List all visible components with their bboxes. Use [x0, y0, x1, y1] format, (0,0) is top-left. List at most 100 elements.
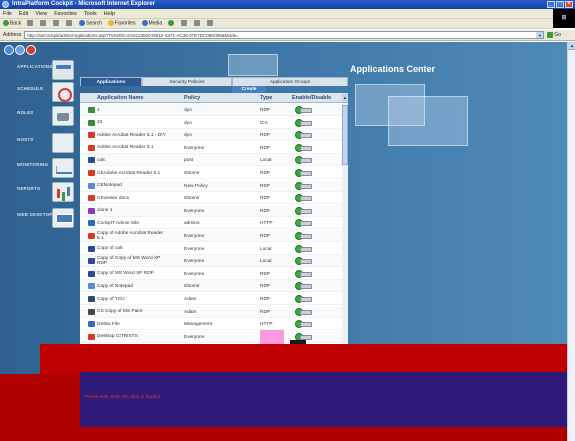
application-name[interactable]: CEviewer docs — [97, 193, 169, 203]
enable-toggle[interactable] — [295, 320, 313, 329]
enable-toggle[interactable] — [295, 244, 313, 253]
favorites-button[interactable]: Favorites — [107, 20, 136, 27]
tab-application-groups[interactable]: Application Groups — [232, 77, 348, 86]
enable-toggle[interactable] — [295, 131, 313, 140]
forward-button[interactable] — [27, 20, 34, 27]
table-row[interactable]: CEviewer docs shlomir RDP — [80, 192, 342, 205]
close-button[interactable]: × — [565, 1, 573, 8]
close-circle-icon[interactable] — [26, 45, 36, 55]
table-row[interactable]: Copy of MS Word XP RDP Everyone RDP — [80, 268, 342, 280]
enable-toggle[interactable] — [295, 143, 313, 152]
enable-toggle[interactable] — [295, 106, 313, 114]
nav-web-desktop[interactable]: WEB DESKTOP — [0, 206, 78, 230]
table-row[interactable]: CENotepad New Policy RDP — [80, 179, 342, 192]
application-name[interactable]: 22 — [97, 118, 169, 128]
nav-roles[interactable]: ROLES — [0, 104, 78, 128]
page-scrollbar[interactable]: ▲ — [567, 42, 575, 441]
table-scroll-up-icon[interactable]: ▲ — [342, 94, 348, 102]
enable-toggle[interactable] — [295, 118, 313, 127]
column-type[interactable]: Type — [260, 95, 272, 101]
back-circle-icon[interactable] — [4, 45, 14, 55]
enable-toggle[interactable] — [295, 194, 313, 203]
tab-applications[interactable]: Applications — [80, 77, 142, 86]
menu-tools[interactable]: Tools — [84, 11, 97, 17]
table-row[interactable]: CEAdobe Acrobat Reader 5.1 shlomir RDP — [80, 167, 342, 179]
table-row[interactable]: Copy of Copy of MS Word XP RDP Everyone Lo… — [80, 255, 342, 268]
enable-toggle[interactable] — [295, 295, 313, 303]
application-name[interactable]: Copy of Notepad — [97, 281, 169, 291]
table-row[interactable]: CS Copy of MS Paint Adam RDP — [80, 305, 342, 318]
create-button[interactable]: Create — [232, 86, 266, 93]
application-name[interactable]: CENotepad — [97, 181, 169, 191]
scroll-up-icon[interactable]: ▲ — [568, 42, 575, 50]
forward-circle-icon[interactable] — [15, 45, 25, 55]
address-dropdown-icon[interactable]: ▼ — [536, 32, 544, 38]
enable-toggle[interactable] — [295, 282, 313, 291]
enable-toggle[interactable] — [295, 156, 313, 165]
go-button[interactable]: Go — [547, 32, 561, 38]
enable-toggle[interactable] — [295, 181, 313, 190]
mail-button[interactable] — [181, 20, 188, 27]
table-row[interactable]: 1 dyo RDP — [80, 104, 342, 116]
application-name[interactable]: CockpIT Admin Site — [97, 218, 169, 228]
table-row[interactable]: clone 1 Everyone RDP — [80, 204, 342, 217]
column-application-name[interactable]: Application Name — [97, 95, 143, 101]
table-scrollbar[interactable] — [342, 103, 348, 344]
table-row[interactable]: Copy of Adobe Acrobat Reader 5.1 Everyone… — [80, 230, 342, 242]
search-button[interactable]: Search — [79, 20, 102, 27]
refresh-button[interactable] — [53, 20, 60, 27]
address-input[interactable]: http://ss/cockpit/admin/Applications.asp… — [24, 31, 545, 39]
nav-hosts[interactable]: HOSTS — [0, 131, 78, 155]
print-button[interactable] — [194, 20, 201, 27]
application-name[interactable]: 1 — [97, 105, 169, 115]
table-scroll-thumb[interactable] — [342, 105, 348, 165]
application-name[interactable]: clone 1 — [97, 206, 169, 216]
back-button[interactable]: Back — [3, 20, 21, 27]
maximize-button[interactable]: □ — [556, 1, 564, 8]
application-name[interactable]: CS Copy of MS Paint — [97, 307, 169, 317]
enable-toggle[interactable] — [295, 269, 313, 278]
enable-toggle[interactable] — [295, 169, 313, 177]
application-name[interactable]: calc — [97, 155, 169, 165]
edit-button[interactable] — [207, 20, 214, 27]
minimize-button[interactable]: _ — [547, 1, 555, 8]
application-name[interactable]: Deska File — [97, 319, 169, 329]
table-row[interactable]: 22 dyo ICA — [80, 117, 342, 129]
application-name[interactable]: CEAdobe Acrobat Reader 5.1 — [97, 168, 169, 178]
home-button[interactable] — [66, 20, 73, 27]
application-name[interactable]: Copy of MS Word XP RDP — [97, 269, 169, 279]
table-row[interactable]: calc post Local — [80, 154, 342, 167]
enable-toggle[interactable] — [295, 307, 313, 316]
nav-schedule[interactable]: SCHEDULE — [0, 80, 78, 104]
application-name[interactable]: Copy of calc — [97, 244, 169, 254]
application-name[interactable]: Copy of Copy of MS Word XP RDP — [97, 256, 169, 266]
enable-toggle[interactable] — [295, 206, 313, 215]
table-row[interactable]: Deska File Management HTTP — [80, 318, 342, 331]
column-enable-disable[interactable]: Enable/Disable — [292, 95, 331, 101]
application-name[interactable]: Adobe Acrobat Reader 5.1 — [97, 143, 169, 153]
media-button[interactable]: Media — [141, 20, 162, 27]
application-name[interactable]: Copy of TCU — [97, 294, 169, 304]
table-row[interactable]: Adobe Acrobat Reader 5.1 - DIY dyo RDP — [80, 129, 342, 142]
application-name[interactable]: Adobe Acrobat Reader 5.1 - DIY — [97, 130, 169, 140]
nav-reports[interactable]: REPORTS — [0, 180, 78, 204]
nav-applications[interactable]: APPLICATIONS — [0, 58, 78, 82]
enable-toggle[interactable] — [295, 219, 313, 228]
history-button[interactable] — [168, 20, 175, 27]
menu-view[interactable]: View — [35, 11, 47, 17]
nav-monitoring[interactable]: MONITORING — [0, 156, 78, 180]
column-policy[interactable]: Policy — [184, 95, 200, 101]
table-row[interactable]: Copy of TCU Adam RDP — [80, 293, 342, 305]
table-row[interactable]: Copy of calc Everyone Local — [80, 243, 342, 255]
menu-edit[interactable]: Edit — [19, 11, 28, 17]
menu-file[interactable]: File — [3, 11, 12, 17]
tab-security-policies[interactable]: Security Policies — [142, 77, 232, 86]
table-row[interactable]: Copy of Notepad shlomir RDP — [80, 280, 342, 293]
application-name[interactable]: Copy of Adobe Acrobat Reader 5.1 — [97, 231, 169, 241]
table-row[interactable]: Adobe Acrobat Reader 5.1 Everyone RDP — [80, 142, 342, 154]
menu-favorites[interactable]: Favorites — [54, 11, 77, 17]
stop-button[interactable] — [40, 20, 47, 27]
enable-toggle[interactable] — [295, 257, 313, 266]
enable-toggle[interactable] — [295, 232, 313, 240]
menu-help[interactable]: Help — [104, 11, 115, 17]
